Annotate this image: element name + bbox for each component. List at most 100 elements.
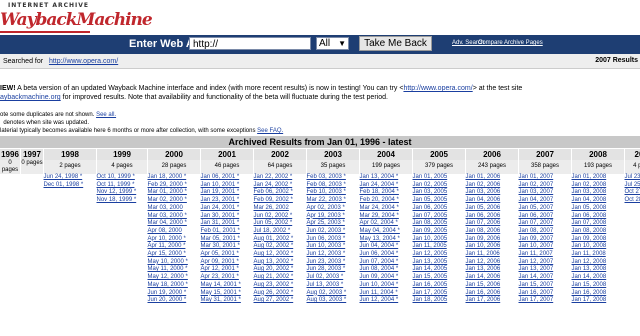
snapshot-link[interactable]: Jul 23, 2 xyxy=(625,174,640,180)
snapshot-link[interactable]: Jun 08, 2004 * xyxy=(360,266,399,272)
snapshot-link[interactable]: Jan 18, 2000 * xyxy=(148,174,187,180)
snapshot-link[interactable]: Jan 13, 2007 xyxy=(519,266,554,272)
snapshot-link[interactable]: Jan 10, 2005 xyxy=(413,236,448,242)
snapshot-link[interactable]: Feb 10, 2003 * xyxy=(307,189,346,195)
snapshot-link[interactable]: Aug 13, 2002 * xyxy=(254,259,294,265)
snapshot-link[interactable]: Jan 23, 2001 * xyxy=(201,197,240,203)
wayback-logo[interactable]: INTERNET ARCHIVE WaybackMachine xyxy=(0,0,153,34)
snapshot-link[interactable]: Mar 26, 2002 xyxy=(254,205,289,211)
snapshot-link[interactable]: Jan 15, 2007 xyxy=(519,282,554,288)
snapshot-link[interactable]: Mar 29, 2004 * xyxy=(360,213,399,219)
snapshot-link[interactable]: Jan 17, 2006 xyxy=(466,297,501,303)
snapshot-link[interactable]: Jan 11, 2005 xyxy=(413,243,447,249)
snapshot-link[interactable]: May 12, 2000 * xyxy=(148,274,188,280)
snapshot-link[interactable]: Jan 09, 2005 xyxy=(413,228,448,234)
snapshot-link[interactable]: Jan 08, 2007 xyxy=(519,228,554,234)
snapshot-link[interactable]: Jan 07, 2006 xyxy=(466,220,501,226)
snapshot-link[interactable]: Jan 05, 2007 xyxy=(519,205,554,211)
searched-url-link[interactable]: http://www.opera.com/ xyxy=(49,58,118,65)
snapshot-link[interactable]: Aug 12, 2002 * xyxy=(254,251,294,257)
snapshot-link[interactable]: Jan 10, 2007 xyxy=(519,243,554,249)
snapshot-link[interactable]: Jan 13, 2008 xyxy=(572,266,607,272)
snapshot-link[interactable]: Jul 25, 2 xyxy=(625,182,640,188)
snapshot-link[interactable]: Jan 19, 2001 * xyxy=(201,189,240,195)
snapshot-link[interactable]: Jan 09, 2006 xyxy=(466,236,501,242)
compare-archive-link[interactable]: Compare Archive Pages xyxy=(478,40,543,46)
snapshot-link[interactable]: Jan 16, 2006 xyxy=(466,290,501,296)
snapshot-link[interactable]: Jan 14, 2007 xyxy=(519,274,554,280)
url-input[interactable]: http:// xyxy=(189,37,311,50)
snapshot-link[interactable]: Jan 03, 2007 xyxy=(519,189,554,195)
snapshot-link[interactable]: Mar 05, 2001 * xyxy=(201,236,240,242)
snapshot-link[interactable]: Jun 04, 2004 * xyxy=(360,243,399,249)
snapshot-link[interactable]: Jan 03, 2008 xyxy=(572,189,607,195)
snapshot-link[interactable]: Oct 10, 1999 * xyxy=(97,174,135,180)
snapshot-link[interactable]: Jun 10, 2004 * xyxy=(360,282,399,288)
snapshot-link[interactable]: Jan 18, 2005 xyxy=(413,297,448,303)
faq-link[interactable]: See FAQ. xyxy=(257,128,283,134)
snapshot-link[interactable]: Jan 02, 2005 xyxy=(413,182,448,188)
snapshot-link[interactable]: Jan 01, 2007 xyxy=(519,174,554,180)
snapshot-link[interactable]: Jan 03, 2006 xyxy=(466,189,501,195)
snapshot-link[interactable]: Jun 12, 2004 * xyxy=(360,297,399,303)
snapshot-link[interactable]: Dec 01, 1998 * xyxy=(44,182,84,188)
snapshot-link[interactable]: Jan 14, 2005 xyxy=(413,266,448,272)
snapshot-link[interactable]: Jun 19, 2000 * xyxy=(148,290,187,296)
snapshot-link[interactable]: Jan 12, 2007 xyxy=(519,259,554,265)
snapshot-link[interactable]: Feb 18, 2004 * xyxy=(360,189,399,195)
beta-site-link[interactable]: aybackmachine.org xyxy=(0,94,61,101)
snapshot-link[interactable]: Jun 02, 2003 * xyxy=(307,228,346,234)
snapshot-link[interactable]: Feb 20, 2004 * xyxy=(360,197,399,203)
snapshot-link[interactable]: Jan 02, 2008 xyxy=(572,182,607,188)
snapshot-link[interactable]: Mar 30, 2001 * xyxy=(201,243,240,249)
snapshot-link[interactable]: Jan 14, 2008 xyxy=(572,274,607,280)
snapshot-link[interactable]: Jan 11, 2008 xyxy=(572,251,606,257)
snapshot-link[interactable]: Aug 27, 2002 * xyxy=(254,297,294,303)
snapshot-link[interactable]: Jan 08, 2005 xyxy=(413,220,448,226)
snapshot-link[interactable]: Feb 01, 2001 * xyxy=(201,228,240,234)
snapshot-link[interactable]: Jan 15, 2008 xyxy=(572,282,607,288)
snapshot-link[interactable]: Apr 02, 2004 * xyxy=(360,220,398,226)
snapshot-link[interactable]: Jun 28, 2003 * xyxy=(307,266,346,272)
snapshot-link[interactable]: Jan 10, 2008 xyxy=(572,243,607,249)
snapshot-link[interactable]: Feb 08, 2003 * xyxy=(307,182,346,188)
snapshot-link[interactable]: Feb 09, 2002 * xyxy=(254,197,293,203)
snapshot-link[interactable]: Jan 04, 2006 xyxy=(466,197,501,203)
snapshot-link[interactable]: Jan 09, 2008 xyxy=(572,236,607,242)
snapshot-link[interactable]: Jan 24, 2004 * xyxy=(360,182,399,188)
snapshot-link[interactable]: May 11, 2000 * xyxy=(148,266,188,272)
snapshot-link[interactable]: May 13, 2004 * xyxy=(360,236,400,242)
snapshot-link[interactable]: Jan 13, 2006 xyxy=(466,266,501,272)
snapshot-link[interactable]: Jan 17, 2005 xyxy=(413,290,448,296)
snapshot-link[interactable]: Aug 21, 2002 * xyxy=(254,274,294,280)
snapshot-link[interactable]: Jan 06, 2006 xyxy=(466,213,501,219)
snapshot-link[interactable]: May 10, 2000 * xyxy=(148,259,188,265)
snapshot-link[interactable]: Jun 23, 2003 * xyxy=(307,259,346,265)
snapshot-link[interactable]: Jan 05, 2005 xyxy=(413,197,448,203)
snapshot-link[interactable]: Mar 04, 2000 * xyxy=(148,220,187,226)
snapshot-link[interactable]: Jun 02, 2002 * xyxy=(254,213,293,219)
snapshot-link[interactable]: Jan 13, 2004 * xyxy=(360,174,399,180)
snapshot-link[interactable]: Jan 11, 2006 xyxy=(466,251,500,257)
snapshot-link[interactable]: Apr 12, 2001 * xyxy=(201,266,239,272)
snapshot-link[interactable]: Aug 20, 2002 * xyxy=(254,266,294,272)
snapshot-link[interactable]: Jan 03, 2005 xyxy=(413,189,448,195)
snapshot-link[interactable]: Jan 17, 2007 xyxy=(519,297,554,303)
snapshot-link[interactable]: Oct 11, 1999 * xyxy=(97,182,135,188)
snapshot-link[interactable]: Aug 01, 2002 * xyxy=(254,236,294,242)
snapshot-link[interactable]: Jan 17, 2008 xyxy=(572,297,607,303)
snapshot-link[interactable]: Jan 16, 2007 xyxy=(519,290,554,296)
snapshot-link[interactable]: Jan 06, 2005 xyxy=(413,205,448,211)
snapshot-link[interactable]: Jan 07, 2005 xyxy=(413,213,448,219)
snapshot-link[interactable]: Apr 19, 2003 * xyxy=(307,213,345,219)
snapshot-link[interactable]: Apr 02, 2003 * xyxy=(307,205,345,211)
snapshot-link[interactable]: Mar 22, 2003 * xyxy=(307,197,346,203)
snapshot-link[interactable]: Jan 01, 2008 xyxy=(572,174,607,180)
snapshot-link[interactable]: Jan 10, 2001 * xyxy=(201,182,240,188)
snapshot-link[interactable]: Jun 09, 2004 * xyxy=(360,274,399,280)
snapshot-link[interactable]: Oct 27, 2 xyxy=(625,189,640,195)
snapshot-link[interactable]: Jan 06, 2007 xyxy=(519,213,554,219)
snapshot-link[interactable]: Jun 05, 2002 * xyxy=(254,220,293,226)
snapshot-link[interactable]: Jun 20, 2000 * xyxy=(148,297,187,303)
snapshot-link[interactable]: May 18, 2000 * xyxy=(148,282,188,288)
